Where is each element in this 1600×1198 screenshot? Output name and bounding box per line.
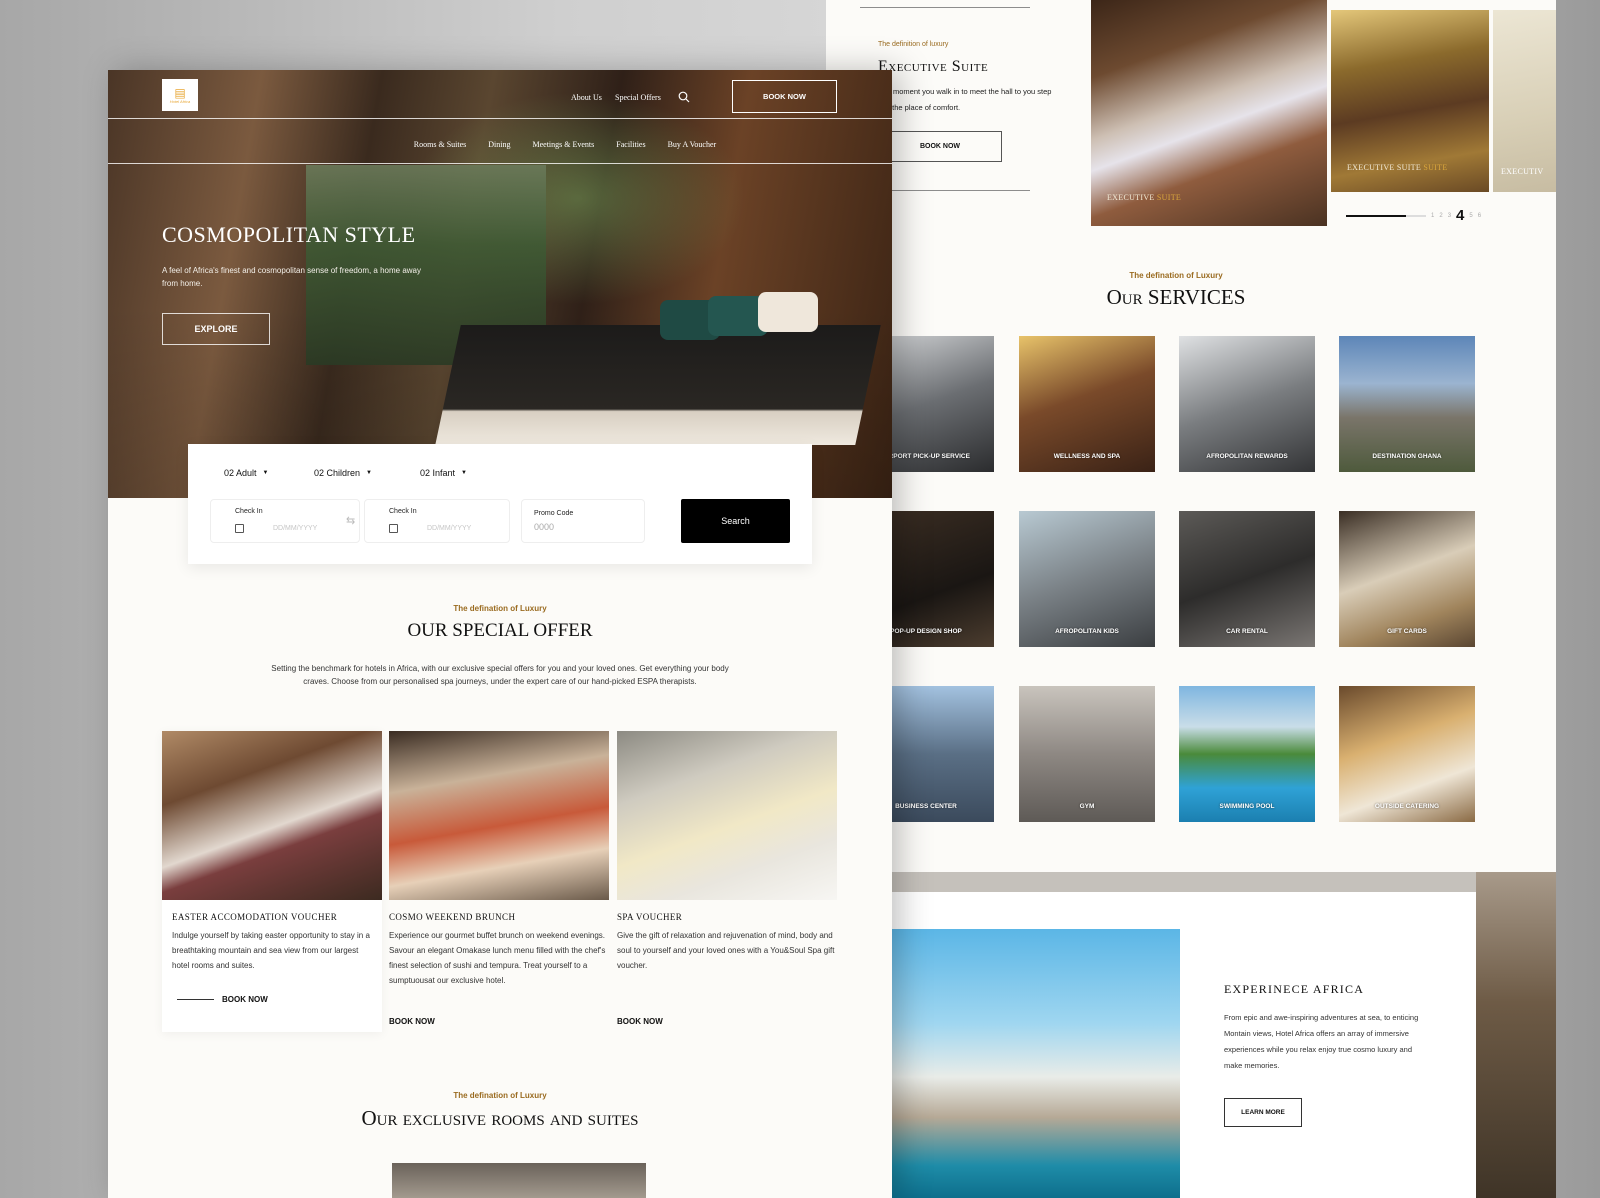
suite-description: The moment you walk in to meet the hall … (878, 87, 1052, 112)
service-tile-gym[interactable]: GYM (1019, 686, 1155, 822)
hero-title: COSMOPOLITAN STYLE (162, 222, 416, 247)
hero-subtitle: A feel of Africa's finest and cosmopolit… (162, 266, 422, 288)
slider-pager: 1 2 3 4 5 6 (1346, 207, 1481, 224)
offer-description: Indulge yourself by taking easter opport… (172, 931, 370, 970)
slide-executive-suite-2[interactable]: EXECUTIVE SUITE SUITE (1331, 10, 1489, 192)
offer-card-easter[interactable]: Easter Accomodation Voucher Indulge your… (162, 731, 382, 1032)
caret-down-icon: ▼ (366, 470, 372, 476)
offer-book-now-link[interactable]: BOOK NOW (389, 1017, 435, 1026)
caret-down-icon: ▼ (461, 470, 467, 476)
nav-divider (108, 118, 892, 119)
swap-arrows-icon[interactable]: ⇆ (346, 514, 355, 527)
slide-caption: EXECUTIVE SUITE (1107, 193, 1182, 202)
service-tile-swimming-pool[interactable]: SWIMMING POOL (1179, 686, 1315, 822)
rooms-eyebrow: The defination of Luxury (453, 1091, 547, 1100)
pager-page-1[interactable]: 1 (1431, 213, 1434, 219)
promo-code-field[interactable]: Promo Code 0000 (521, 499, 645, 543)
service-tile-wellness-spa[interactable]: WELLNESS AND SPA (1019, 336, 1155, 472)
pager-page-4[interactable]: 4 (1456, 207, 1464, 224)
offer-description: Give the gift of relaxation and rejuvena… (617, 931, 835, 970)
offer-title: Easter Accomodation Voucher (172, 912, 338, 922)
menu-meetings-events[interactable]: Meetings & Events (532, 140, 594, 149)
slide-caption: EXECUTIVE SUITE SUITE (1347, 163, 1448, 172)
suite-eyebrow: The definition of luxury (878, 41, 949, 48)
caret-down-icon: ▼ (262, 470, 269, 476)
hotel-logo-icon: ▤ (174, 85, 186, 100)
search-icon[interactable] (678, 91, 690, 103)
header-book-now-button[interactable]: BOOK NOW (732, 80, 837, 113)
offer-photo (162, 731, 382, 900)
pager-page-6[interactable]: 6 (1478, 213, 1481, 219)
pager-page-2[interactable]: 2 (1439, 213, 1442, 219)
nav-about-us[interactable]: About Us (571, 93, 602, 102)
service-tile-afropolitan-rewards[interactable]: AFROPOLITAN REWARDS (1179, 336, 1315, 472)
menu-buy-voucher[interactable]: Buy A Voucher (668, 140, 717, 149)
main-menu: Rooms & Suites Dining Meetings & Events … (108, 140, 892, 149)
rooms-title: Our exclusive rooms and suites (361, 1106, 639, 1130)
calendar-icon (235, 524, 244, 533)
slider-progress-fill (1346, 214, 1406, 217)
hero-bed (435, 325, 881, 445)
hero-pillow (758, 292, 818, 332)
offer-photo (617, 731, 837, 900)
slide-executive-suite[interactable]: EXECUTIVE SUITE (1091, 0, 1327, 226)
dash-decoration (177, 999, 214, 1000)
logo[interactable]: ▤ Hotel Africa (162, 79, 198, 111)
explore-button[interactable]: EXPLORE (162, 313, 270, 345)
learn-more-button[interactable]: LEARN MORE (1224, 1098, 1302, 1127)
pager-page-5[interactable]: 5 (1469, 213, 1472, 219)
check-in-field[interactable]: Check In DD/MM/YYYY (210, 499, 360, 543)
slide-caption: EXECUTIV (1501, 167, 1544, 176)
offer-card-brunch[interactable]: Cosmo Weekend Brunch Experience our gour… (389, 731, 609, 1026)
search-button[interactable]: Search (681, 499, 790, 543)
menu-dining[interactable]: Dining (488, 140, 510, 149)
experience-backdrop (892, 872, 1556, 892)
offer-book-now-link[interactable]: BOOK NOW (617, 1017, 663, 1026)
booking-widget: 02 Adult ▼ 02 Children ▼ 02 Infant ▼ Check … (188, 444, 812, 564)
offer-title: Spa Voucher (617, 912, 683, 922)
nav-special-offers[interactable]: Special Offers (615, 93, 661, 102)
suite-title: Executive Suite (878, 58, 989, 75)
calendar-icon (389, 524, 398, 533)
slider-progress[interactable] (1346, 214, 1426, 217)
service-tile-afropolitan-kids[interactable]: AFROPOLITAN KIDS (1019, 511, 1155, 647)
offer-title: Cosmo Weekend Brunch (389, 912, 516, 922)
offer-photo (389, 731, 609, 900)
menu-facilities[interactable]: Facilities (616, 140, 645, 149)
children-dropdown[interactable]: 02 Children ▼ (314, 468, 372, 478)
pager-page-3[interactable]: 3 (1448, 213, 1451, 219)
back-page: The definition of luxury Executive Suite… (826, 0, 1556, 1198)
service-tile-destination-ghana[interactable]: DESTINATION GHANA (1339, 336, 1475, 472)
experience-photo (892, 929, 1180, 1198)
experience-title: EXPERINECE AFRICA (1224, 982, 1365, 996)
offer-card-spa[interactable]: Spa Voucher Give the gift of relaxation … (617, 731, 837, 1026)
menu-rooms-suites[interactable]: Rooms & Suites (414, 140, 466, 149)
offer-description: Experience our gourmet buffet brunch on … (389, 931, 606, 985)
service-tile-car-rental[interactable]: CAR RENTAL (1179, 511, 1315, 647)
suite-book-now-button[interactable]: BOOK NOW (878, 131, 1002, 162)
special-offer-title: OUR SPECIAL OFFER (407, 620, 593, 641)
divider (860, 7, 1030, 8)
special-offer-description: Setting the benchmark for hotels in Afri… (271, 664, 729, 686)
experience-side-photo (1476, 872, 1556, 1198)
services-eyebrow: The defination of Luxury (1129, 271, 1223, 280)
service-tile-gift-cards[interactable]: GIFT CARDS (1339, 511, 1475, 647)
nav-divider (108, 163, 892, 164)
services-title: Our SERVICES (1106, 285, 1246, 309)
rooms-preview-photo (392, 1163, 646, 1198)
experience-description: From epic and awe-inspiring adventures a… (1224, 1013, 1419, 1070)
infant-dropdown[interactable]: 02 Infant ▼ (420, 468, 467, 478)
special-offer-eyebrow: The defination of Luxury (453, 604, 547, 613)
slide-executive-suite-3[interactable]: EXECUTIV (1493, 10, 1556, 192)
front-page: ▤ Hotel Africa About Us Special Offers B… (108, 70, 892, 1198)
adult-dropdown[interactable]: 02 Adult ▼ (224, 468, 268, 478)
offer-book-now-link[interactable]: BOOK NOW (177, 995, 268, 1004)
service-tile-outside-catering[interactable]: OUTSIDE CATERING (1339, 686, 1475, 822)
check-out-field[interactable]: Check In DD/MM/YYYY (364, 499, 510, 543)
